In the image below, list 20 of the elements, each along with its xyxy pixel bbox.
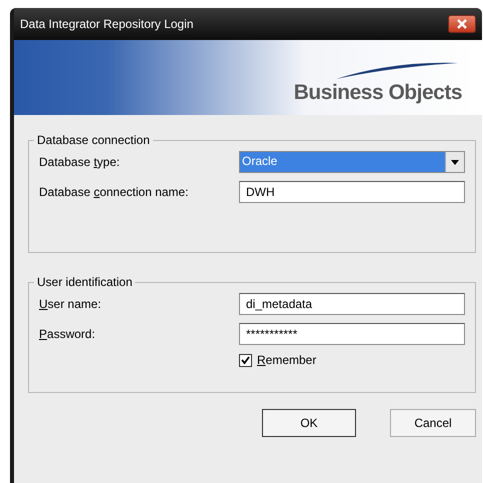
group-title: Database connection [36, 133, 151, 147]
input-field[interactable]: DWH [239, 181, 465, 203]
logo-text: Business Objects [294, 80, 462, 104]
cancel-button[interactable]: Cancel [390, 409, 476, 437]
checkbox-label[interactable]: Remember [257, 353, 316, 367]
input-field[interactable]: *********** [239, 323, 465, 345]
caret-icon [451, 160, 459, 164]
close-button[interactable] [448, 15, 476, 33]
close-icon [456, 19, 468, 29]
dropdown-button[interactable] [445, 152, 464, 172]
group-title: User identification [36, 275, 134, 289]
field-label: Database type: [39, 155, 121, 169]
window-title: Data Integrator Repository Login [20, 17, 194, 31]
dropdown[interactable]: Oracle [239, 151, 465, 173]
field-label: User name: [39, 297, 102, 311]
field-label: Password: [39, 327, 96, 341]
ok-button[interactable]: OK [262, 409, 356, 437]
field-label: Database connection name: [39, 185, 190, 199]
checkbox[interactable] [239, 354, 252, 366]
input-field[interactable]: di_metadata [239, 293, 465, 315]
